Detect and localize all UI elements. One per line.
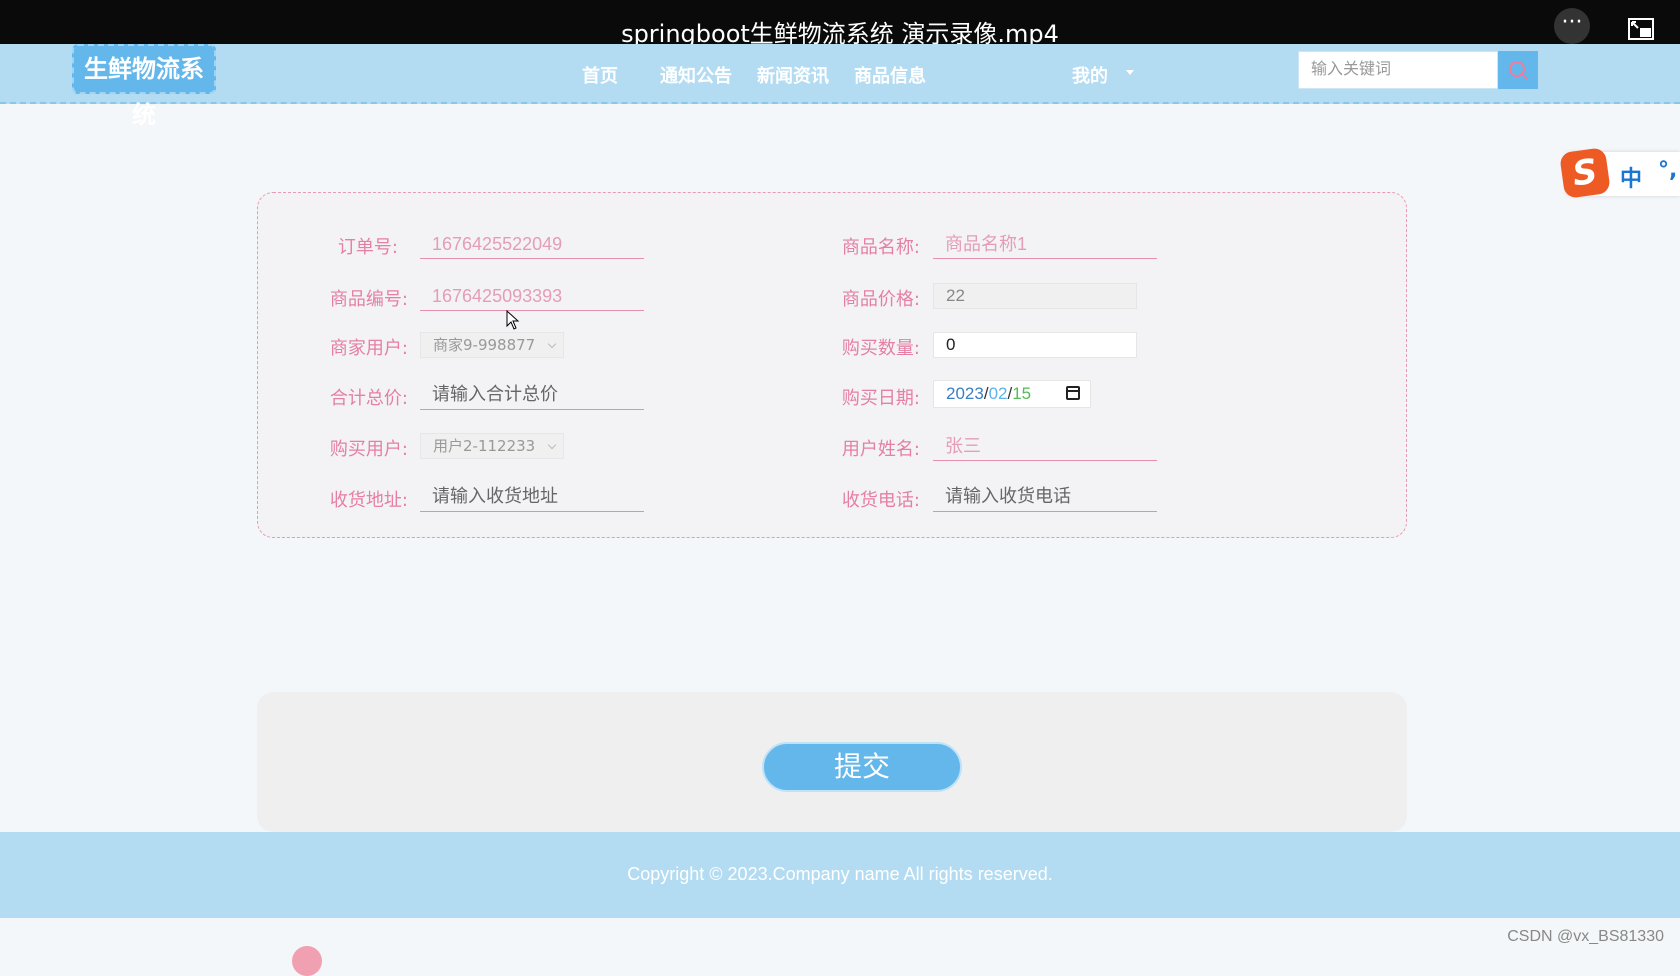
search-button[interactable] [1498,51,1538,89]
phone-label: 收货电话: [841,490,920,511]
copyright-text: Copyright © 2023.Company name All rights… [627,864,1053,884]
merchant-user-select[interactable]: 商家9-998877 [420,332,564,358]
video-title-bar: springboot生鲜物流系统 演示录像.mp4 ··· [0,0,1680,48]
quantity-label: 购买数量: [841,338,920,359]
purchase-date-label: 购买日期: [841,388,920,409]
product-name-field[interactable]: 商品名称1 [933,229,1157,259]
site-navbar: 生鲜物流系统 首页 通知公告 新闻资讯 商品信息 我的 输入关键词 [0,44,1680,129]
nav-item-products[interactable]: 商品信息 [854,62,926,88]
total-price-field[interactable]: 请输入合计总价 [420,380,644,410]
user-name-field[interactable]: 张三 [933,431,1157,461]
buyer-user-select[interactable]: 用户2-112233 [420,433,564,459]
product-price-label: 商品价格: [841,289,920,310]
caret-down-icon[interactable] [1126,70,1134,75]
product-name-label: 商品名称: [841,237,920,258]
purchase-date-field[interactable]: 2023/02/15 [933,380,1091,408]
total-price-label: 合计总价: [329,388,408,409]
chevron-down-icon [547,339,557,349]
ime-toolbar[interactable]: S 中 °, [1559,147,1680,199]
ime-punctuation[interactable]: °, [1658,158,1677,183]
buyer-user-value: 用户2-112233 [433,437,536,455]
watermark: CSDN @vx_BS81330 [1507,928,1664,945]
address-label: 收货地址: [329,490,408,511]
quantity-field[interactable]: 0 [933,332,1137,358]
search-icon [1509,61,1528,80]
merchant-user-value: 商家9-998877 [433,336,536,354]
nav-item-home[interactable]: 首页 [582,62,618,88]
chevron-down-icon [547,440,557,450]
address-field[interactable]: 请输入收货地址 [420,482,644,512]
date-day[interactable]: 15 [1012,384,1031,403]
submit-button[interactable]: 提交 [762,742,962,792]
ime-mode[interactable]: 中 [1620,161,1642,193]
order-no-field[interactable]: 1676425522049 [420,229,644,259]
picture-in-picture-icon[interactable] [1628,18,1654,40]
phone-field[interactable]: 请输入收货电话 [933,482,1157,512]
site-logo[interactable]: 生鲜物流系统 [72,44,216,129]
order-no-label: 订单号: [337,237,398,258]
sogou-logo-icon[interactable]: S [1559,147,1611,199]
user-name-label: 用户姓名: [841,439,920,460]
nav-item-news[interactable]: 新闻资讯 [757,62,829,88]
floating-dot [292,946,322,976]
mouse-cursor-icon [506,310,520,330]
product-code-field[interactable]: 1676425093393 [420,281,644,311]
product-code-label: 商品编号: [329,289,408,310]
calendar-icon[interactable] [1066,386,1080,400]
date-year[interactable]: 2023 [946,384,984,403]
nav-item-mine[interactable]: 我的 [1072,62,1108,88]
ellipsis-icon[interactable]: ··· [1554,8,1590,44]
buyer-user-label: 购买用户: [329,439,408,460]
product-price-field[interactable]: 22 [933,283,1137,309]
nav-item-notices[interactable]: 通知公告 [660,62,732,88]
merchant-user-label: 商家用户: [329,338,408,359]
date-month[interactable]: 02 [989,384,1008,403]
search-input[interactable]: 输入关键词 [1298,51,1498,89]
site-footer: Copyright © 2023.Company name All rights… [0,832,1680,918]
